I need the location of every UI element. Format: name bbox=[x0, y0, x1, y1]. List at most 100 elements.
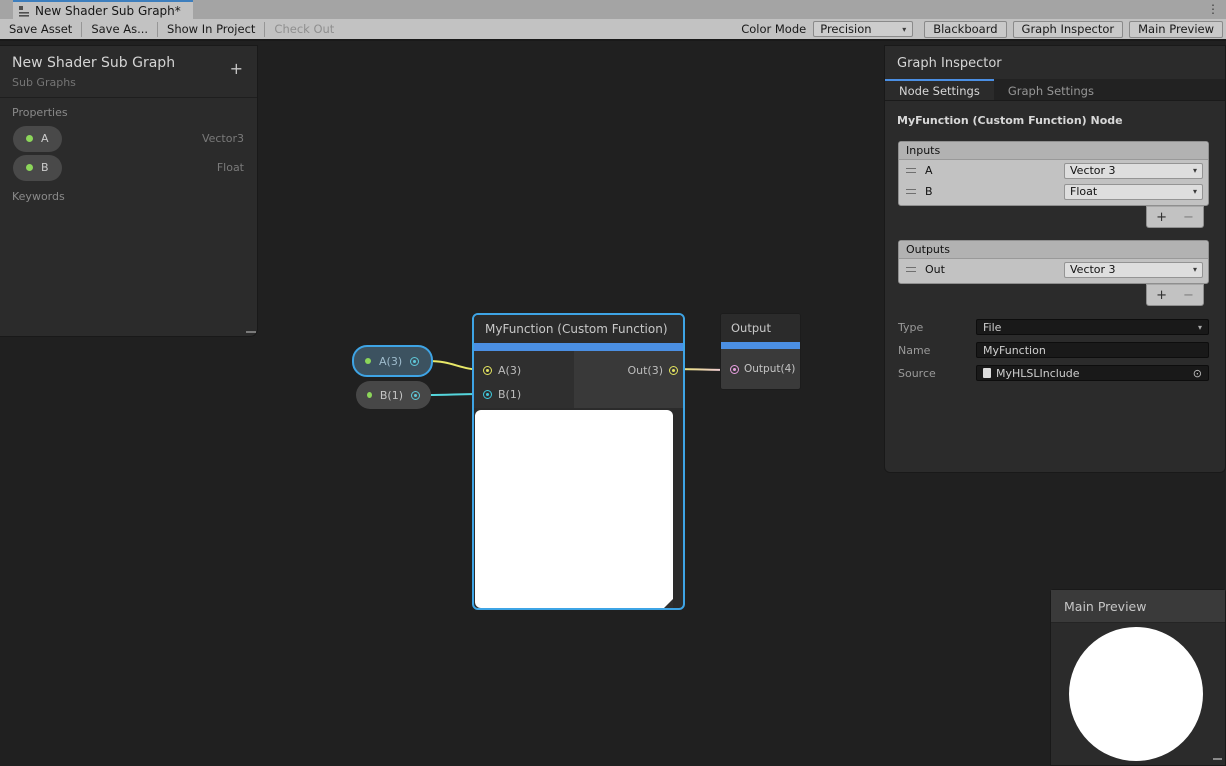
drag-handle-icon[interactable] bbox=[906, 267, 916, 272]
preview-sphere[interactable] bbox=[1069, 627, 1203, 761]
toolbar: Save Asset Save As... Show In Project Ch… bbox=[0, 19, 1226, 41]
output-port-row-out: Out(3) bbox=[574, 358, 683, 382]
exposed-dot-icon bbox=[365, 358, 371, 364]
shader-graph-window: New Shader Sub Graph* ⋮ Save Asset Save … bbox=[0, 0, 1226, 766]
drag-handle-icon[interactable] bbox=[906, 189, 916, 194]
save-as-button[interactable]: Save As... bbox=[82, 19, 157, 39]
dropdown-value: Vector 3 bbox=[1070, 164, 1116, 177]
inputs-list-header: Inputs bbox=[899, 142, 1208, 160]
source-field-row: Source MyHLSLInclude ⊙ bbox=[898, 364, 1209, 382]
port-a-vector3[interactable] bbox=[483, 366, 492, 375]
inspector-tab-strip: Node Settings Graph Settings bbox=[885, 79, 1225, 101]
input-a-type-dropdown[interactable]: Vector 3 ▾ bbox=[1064, 163, 1203, 179]
graph-canvas[interactable]: New Shader Sub Graph Sub Graphs + Proper… bbox=[0, 41, 1226, 766]
main-preview-panel: Main Preview bbox=[1050, 589, 1226, 766]
output-out-type-dropdown[interactable]: Vector 3 ▾ bbox=[1064, 262, 1203, 278]
keywords-section-label: Keywords bbox=[0, 182, 257, 208]
properties-section-label: Properties bbox=[0, 98, 257, 124]
name-input[interactable]: MyFunction bbox=[976, 342, 1209, 358]
main-preview-title[interactable]: Main Preview bbox=[1051, 590, 1225, 623]
main-preview-resize-handle[interactable] bbox=[1213, 758, 1222, 760]
outputs-row-out[interactable]: Out Vector 3 ▾ bbox=[899, 259, 1208, 280]
name-label: Name bbox=[898, 344, 976, 357]
add-property-button[interactable]: + bbox=[230, 62, 243, 76]
inputs-list: Inputs A Vector 3 ▾ B Float ▾ bbox=[898, 141, 1209, 206]
remove-output-button[interactable]: − bbox=[1183, 288, 1194, 303]
preview-collapse-handle[interactable] bbox=[664, 599, 673, 608]
property-name: A bbox=[41, 132, 49, 145]
input-port-row-b: B(1) bbox=[474, 382, 574, 406]
input-value: MyFunction bbox=[983, 344, 1046, 357]
row-name: B bbox=[925, 185, 1064, 198]
port-b-float[interactable] bbox=[483, 390, 492, 399]
graph-inspector-toggle-button[interactable]: Graph Inspector bbox=[1013, 21, 1124, 38]
blackboard-resize-handle[interactable] bbox=[246, 331, 256, 333]
drag-handle-icon[interactable] bbox=[906, 168, 916, 173]
dropdown-value: Vector 3 bbox=[1070, 263, 1116, 276]
row-name: A bbox=[925, 164, 1064, 177]
dropdown-value: Float bbox=[1070, 185, 1097, 198]
node-title[interactable]: MyFunction (Custom Function) bbox=[474, 315, 683, 343]
graph-inspector-panel: Graph Inspector Node Settings Graph Sett… bbox=[884, 45, 1226, 473]
exposed-dot-icon bbox=[26, 164, 33, 171]
dropdown-value: File bbox=[983, 321, 1001, 334]
row-name: Out bbox=[925, 263, 1064, 276]
property-pill-b[interactable]: B bbox=[13, 155, 62, 181]
myfunction-node[interactable]: MyFunction (Custom Function) A(3) B(1) O… bbox=[472, 313, 685, 610]
property-node-label: B(1) bbox=[380, 389, 403, 402]
tab-node-settings[interactable]: Node Settings bbox=[885, 79, 994, 100]
source-label: Source bbox=[898, 367, 976, 380]
outputs-list-header: Outputs bbox=[899, 241, 1208, 259]
node-title[interactable]: Output bbox=[721, 314, 800, 342]
chevron-down-icon: ▾ bbox=[1193, 265, 1197, 274]
show-in-project-button[interactable]: Show In Project bbox=[158, 19, 264, 39]
property-node-label: A(3) bbox=[379, 355, 402, 368]
add-input-button[interactable]: + bbox=[1156, 210, 1167, 225]
outputs-list: Outputs Out Vector 3 ▾ + − bbox=[898, 240, 1209, 284]
window-menu-icon[interactable]: ⋮ bbox=[1207, 1, 1219, 18]
main-preview-toggle-button[interactable]: Main Preview bbox=[1129, 21, 1223, 38]
blackboard-panel: New Shader Sub Graph Sub Graphs + Proper… bbox=[0, 45, 258, 337]
property-row-a: A Vector3 bbox=[0, 124, 257, 153]
property-pill-a[interactable]: A bbox=[13, 126, 62, 152]
chevron-down-icon: ▾ bbox=[1198, 323, 1202, 332]
node-output-ports: Out(3) bbox=[574, 351, 683, 408]
source-object-field[interactable]: MyHLSLInclude ⊙ bbox=[976, 365, 1209, 381]
window-tab-bar: New Shader Sub Graph* ⋮ bbox=[0, 0, 1226, 19]
exposed-dot-icon bbox=[367, 392, 372, 398]
save-asset-button[interactable]: Save Asset bbox=[0, 19, 81, 39]
tab-graph-settings[interactable]: Graph Settings bbox=[994, 79, 1108, 100]
exposed-dot-icon bbox=[26, 135, 33, 142]
input-b-type-dropdown[interactable]: Float ▾ bbox=[1064, 184, 1203, 200]
port-out-vector3[interactable] bbox=[669, 366, 678, 375]
chevron-down-icon: ▾ bbox=[1193, 187, 1197, 196]
property-node-b-output-port[interactable] bbox=[411, 391, 420, 400]
port-output-vector4[interactable] bbox=[730, 365, 739, 374]
object-value: MyHLSLInclude bbox=[996, 367, 1080, 380]
tab-shader-sub-graph[interactable]: New Shader Sub Graph* bbox=[13, 0, 193, 19]
remove-input-button[interactable]: − bbox=[1183, 210, 1194, 225]
inputs-list-footer: + − bbox=[1146, 206, 1204, 228]
input-port-row-a: A(3) bbox=[474, 358, 574, 382]
property-node-a-output-port[interactable] bbox=[410, 357, 419, 366]
property-row-b: B Float bbox=[0, 153, 257, 182]
add-output-button[interactable]: + bbox=[1156, 288, 1167, 303]
property-node-a[interactable]: A(3) bbox=[352, 345, 433, 377]
blackboard-title: New Shader Sub Graph bbox=[12, 55, 245, 71]
inputs-row-b[interactable]: B Float ▾ bbox=[899, 181, 1208, 202]
node-ports-body: A(3) B(1) Out(3) bbox=[474, 351, 683, 408]
node-precision-bar bbox=[474, 343, 683, 351]
type-dropdown[interactable]: File ▾ bbox=[976, 319, 1209, 335]
property-node-b[interactable]: B(1) bbox=[356, 381, 431, 409]
output-node[interactable]: Output Output(4) bbox=[720, 313, 801, 390]
color-mode-dropdown[interactable]: Precision ▾ bbox=[813, 21, 913, 37]
inputs-row-a[interactable]: A Vector 3 ▾ bbox=[899, 160, 1208, 181]
port-label: A(3) bbox=[498, 364, 521, 377]
object-picker-icon[interactable]: ⊙ bbox=[1193, 368, 1202, 379]
name-field-row: Name MyFunction bbox=[898, 341, 1209, 359]
blackboard-toggle-button[interactable]: Blackboard bbox=[924, 21, 1006, 38]
color-mode-value: Precision bbox=[820, 22, 871, 36]
node-input-ports: A(3) B(1) bbox=[474, 351, 574, 408]
node-preview-surface bbox=[475, 410, 673, 608]
type-label: Type bbox=[898, 321, 976, 334]
